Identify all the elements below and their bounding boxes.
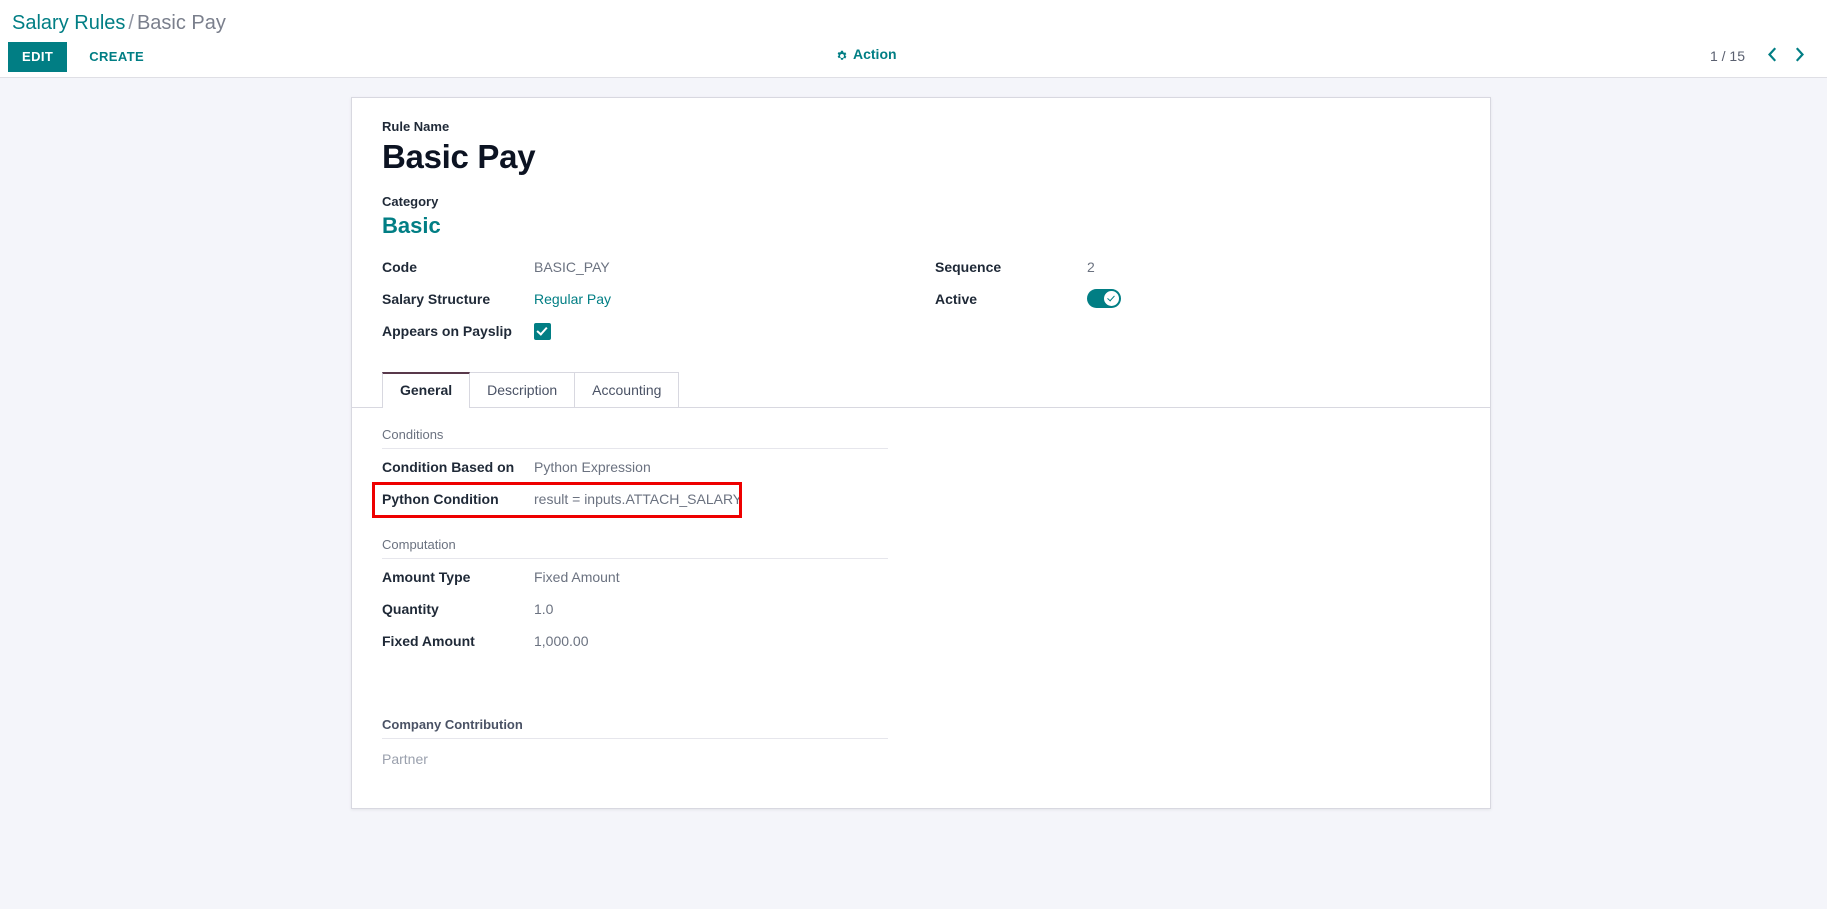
computation-group: Computation Amount Type Fixed Amount Qua… [382,536,1460,660]
field-row-sequence: Sequence 2 [935,254,1460,286]
category-label: Category [382,194,439,209]
field-row-fixed-amount: Fixed Amount 1,000.00 [382,628,1460,660]
conditions-group: Conditions Condition Based on Python Exp… [372,426,1460,518]
code-label: Code [382,259,417,275]
notebook: General Description Accounting Condition… [352,372,1490,774]
create-button[interactable]: CREATE [75,42,158,72]
action-menu-button[interactable]: Action [836,46,897,62]
notebook-tabs: General Description Accounting [352,372,1490,409]
field-row-code: Code BASIC_PAY [382,254,907,286]
fixed-amount-value[interactable]: 1,000.00 [534,630,1460,652]
computation-group-title: Computation [382,536,888,559]
amount-type-value[interactable]: Fixed Amount [534,566,1460,588]
control-panel-buttons-row: EDIT CREATE Action 1 / 15 [0,38,1827,76]
tab-general[interactable]: General [382,372,471,409]
pager-counter: 1 / 15 [1709,47,1745,64]
python-condition-value[interactable]: result = inputs.ATTACH_SALARY [534,488,1460,510]
field-row-appears-on-payslip: Appears on Payslip [382,318,907,350]
active-label: Active [935,291,978,307]
salary-structure-label: Salary Structure [382,291,491,307]
notebook-tabs-underline [352,407,1490,408]
appears-on-payslip-checkbox[interactable] [534,323,551,340]
header-fields-right-column: Sequence 2 Active [921,254,1474,350]
python-condition-label: Python Condition [382,491,499,507]
tab-accounting[interactable]: Accounting [574,372,680,408]
header-fields-group: Code BASIC_PAY Salary Structure Regular … [368,254,1474,350]
condition-based-on-label: Condition Based on [382,459,515,475]
breadcrumb-separator: / [128,12,134,34]
field-row-active: Active [935,286,1460,318]
field-row-condition-based-on: Condition Based on Python Expression [382,454,1460,486]
breadcrumb-parent-link[interactable]: Salary Rules [12,12,125,34]
company-contribution-group-title: Company Contribution [382,716,888,739]
chevron-right-icon [1795,47,1806,64]
rule-name-label: Rule Name [382,119,450,134]
pager-previous-button[interactable] [1759,45,1784,66]
field-row-amount-type: Amount Type Fixed Amount [382,564,1460,596]
field-row-quantity: Quantity 1.0 [382,596,1460,628]
pager: 1 / 15 [1710,45,1813,66]
sequence-label: Sequence [935,259,1002,275]
conditions-group-title: Conditions [382,426,888,449]
control-panel: Salary Rules / Basic Pay EDIT CREATE Actio… [0,0,1827,78]
tab-description[interactable]: Description [469,372,576,408]
action-menu-label: Action [853,46,897,62]
tab-pane-general: Conditions Condition Based on Python Exp… [368,408,1474,774]
header-fields-left-column: Code BASIC_PAY Salary Structure Regular … [368,254,921,350]
appears-on-payslip-label: Appears on Payslip [382,323,512,339]
edit-button[interactable]: EDIT [8,42,68,72]
chevron-left-icon [1766,47,1777,64]
rule-name-value[interactable]: Basic Pay [382,137,1474,177]
appears-on-payslip-value [534,320,907,346]
fixed-amount-label: Fixed Amount [382,633,475,649]
active-toggle-knob [1104,291,1119,306]
quantity-label: Quantity [382,601,439,617]
field-row-salary-structure: Salary Structure Regular Pay [382,286,907,318]
condition-based-on-value[interactable]: Python Expression [534,456,1460,478]
pager-next-button[interactable] [1788,45,1813,66]
code-value[interactable]: BASIC_PAY [534,256,907,278]
amount-type-label: Amount Type [382,569,471,585]
partner-field-placeholder[interactable]: Partner [382,744,1460,774]
form-sheet: Rule Name Basic Pay Category Basic Code … [351,97,1491,809]
active-toggle[interactable] [1087,289,1121,308]
gear-icon [836,49,848,61]
active-value [1087,288,1460,314]
form-sheet-background: Rule Name Basic Pay Category Basic Code … [0,78,1827,909]
company-contribution-group: Company Contribution Partner [382,716,1460,774]
salary-structure-value[interactable]: Regular Pay [534,288,907,310]
breadcrumb: Salary Rules / Basic Pay [0,0,1827,38]
field-row-python-condition: Python Condition result = inputs.ATTACH_… [372,482,1460,518]
category-value[interactable]: Basic [382,212,1474,240]
quantity-value[interactable]: 1.0 [534,598,1460,620]
breadcrumb-current: Basic Pay [136,12,226,34]
sequence-value[interactable]: 2 [1087,256,1460,278]
